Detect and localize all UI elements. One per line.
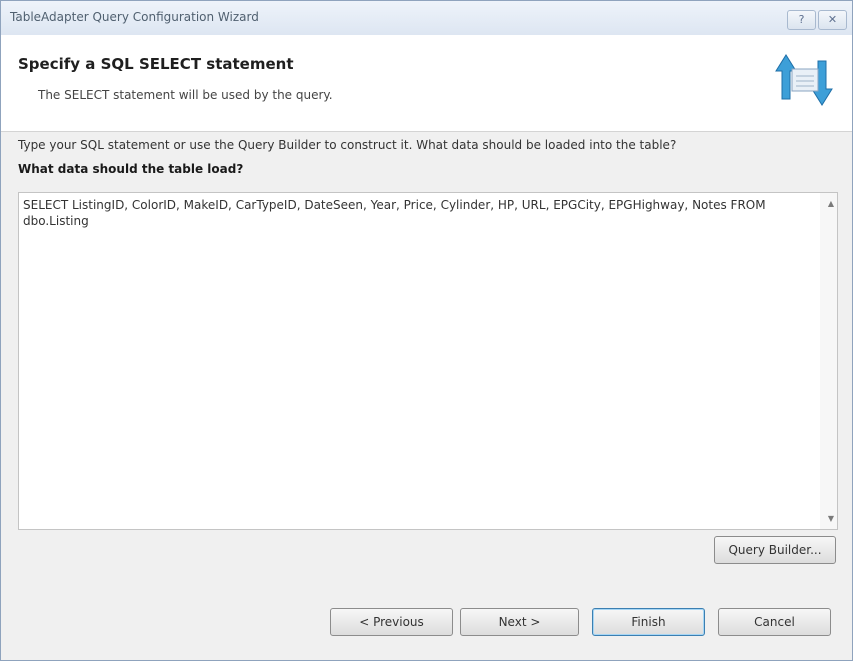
scroll-down-arrow-icon[interactable]: ▼: [828, 514, 834, 523]
query-label: What data should the table load?: [18, 162, 244, 176]
sql-statement-textarea[interactable]: SELECT ListingID, ColorID, MakeID, CarTy…: [18, 192, 838, 530]
window-title: TableAdapter Query Configuration Wizard: [10, 10, 259, 24]
page-title: Specify a SQL SELECT statement: [18, 55, 294, 73]
help-button[interactable]: ?: [787, 10, 816, 30]
close-button[interactable]: ✕: [818, 10, 847, 30]
finish-button[interactable]: Finish: [592, 608, 705, 636]
next-button[interactable]: Next >: [460, 608, 579, 636]
wizard-data-icon: [775, 54, 833, 106]
title-bar: TableAdapter Query Configuration Wizard …: [1, 1, 852, 35]
scroll-up-arrow-icon[interactable]: ▲: [828, 199, 834, 208]
sql-text[interactable]: SELECT ListingID, ColorID, MakeID, CarTy…: [23, 197, 795, 229]
page-subtitle: The SELECT statement will be used by the…: [38, 88, 333, 102]
query-builder-button[interactable]: Query Builder...: [714, 536, 836, 564]
wizard-window: TableAdapter Query Configuration Wizard …: [0, 0, 853, 661]
cancel-button[interactable]: Cancel: [718, 608, 831, 636]
vertical-scrollbar[interactable]: ▲ ▼: [820, 193, 837, 529]
previous-button[interactable]: < Previous: [330, 608, 453, 636]
wizard-header: Specify a SQL SELECT statement The SELEC…: [1, 35, 852, 132]
instructions-text: Type your SQL statement or use the Query…: [18, 138, 677, 152]
